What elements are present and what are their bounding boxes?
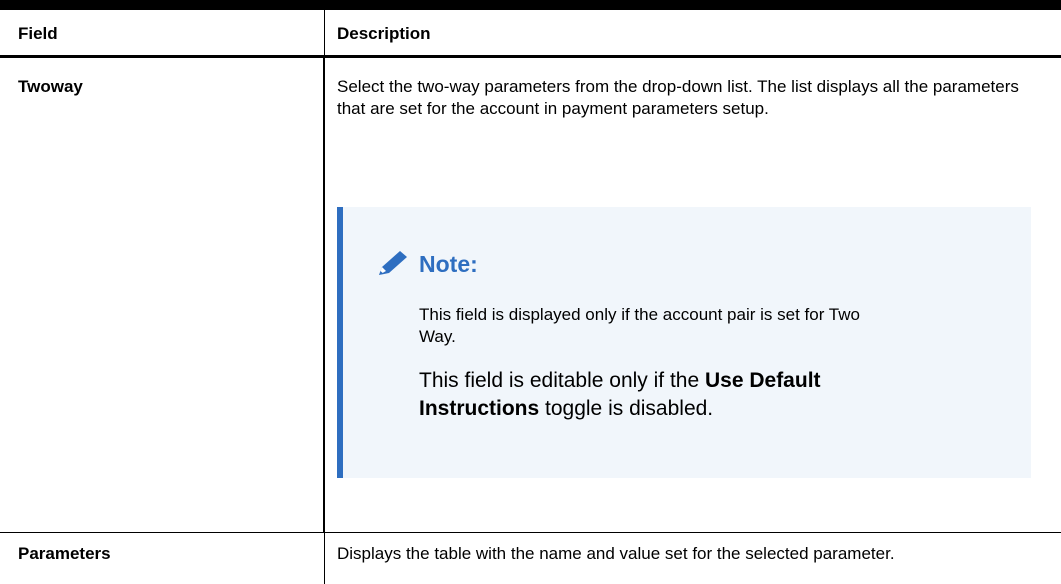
header-description: Description	[337, 24, 431, 43]
note-text-editable: This field is editable only if the Use D…	[419, 369, 821, 420]
note-title: Note:	[419, 250, 478, 277]
column-divider	[324, 10, 325, 55]
header-field: Field	[18, 24, 58, 43]
note-header: Note:	[373, 249, 478, 279]
table-row: Parameters Displays the table with the n…	[0, 533, 1061, 584]
table-row: Twoway Select the two-way parameters fro…	[0, 58, 1061, 533]
column-divider	[323, 58, 325, 532]
field-name: Twoway	[18, 77, 83, 96]
field-name: Parameters	[18, 544, 111, 563]
field-description: Displays the table with the name and val…	[337, 544, 895, 563]
column-divider	[324, 533, 325, 584]
field-description: Select the two-way parameters from the d…	[337, 77, 1019, 118]
pencil-icon	[373, 249, 411, 279]
note-callout: Note: This field is displayed only if th…	[337, 207, 1031, 478]
note-text: This field is displayed only if the acco…	[419, 305, 860, 346]
table-header-row: Field Description	[0, 10, 1061, 58]
field-description-table: Field Description Twoway Select the two-…	[0, 0, 1061, 584]
